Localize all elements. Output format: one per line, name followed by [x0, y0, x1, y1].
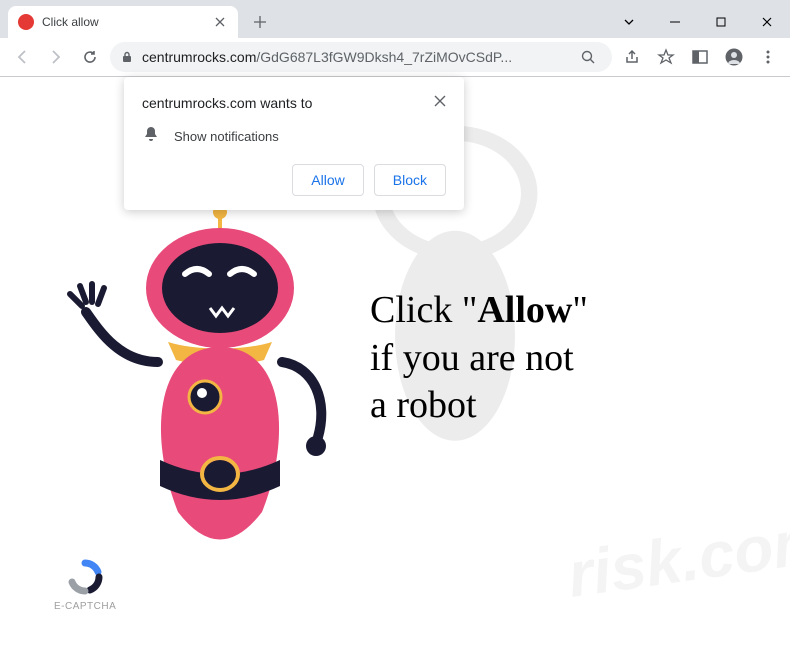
tab-close-icon[interactable]: [212, 14, 228, 30]
address-bar[interactable]: centrumrocks.com/GdG687L3fGW9Dksh4_7rZiM…: [110, 42, 612, 72]
lock-icon: [120, 50, 134, 64]
block-button[interactable]: Block: [374, 164, 446, 196]
text-line1-pre: Click ": [370, 289, 477, 331]
minimize-button[interactable]: [652, 7, 698, 37]
ecaptcha-badge: E-CAPTCHA: [54, 559, 116, 612]
url-path: /GdG687L3fGW9Dksh4_7rZiMOvCSdP...: [256, 49, 512, 65]
profile-icon[interactable]: [720, 43, 748, 71]
forward-button[interactable]: [42, 43, 70, 71]
bookmark-icon[interactable]: [652, 43, 680, 71]
tab-favicon: [18, 14, 34, 30]
titlebar: Click allow: [0, 0, 790, 38]
text-line1-post: ": [572, 289, 588, 331]
main-prompt-text: Click "Allow" if you are not a robot: [370, 287, 588, 430]
text-line1-bold: Allow: [477, 289, 572, 331]
menu-icon[interactable]: [754, 43, 782, 71]
notification-permission-dialog: centrumrocks.com wants to Show notificat…: [124, 77, 464, 210]
text-line3: a robot: [370, 382, 588, 430]
page-content: risk.com centrumrocks.com wants to Show …: [0, 77, 790, 654]
maximize-button[interactable]: [698, 7, 744, 37]
robot-illustration: [50, 202, 350, 567]
text-line2: if you are not: [370, 335, 588, 383]
browser-tab[interactable]: Click allow: [8, 6, 238, 38]
url-text: centrumrocks.com/GdG687L3fGW9Dksh4_7rZiM…: [142, 49, 566, 65]
share-icon[interactable]: [618, 43, 646, 71]
toolbar: centrumrocks.com/GdG687L3fGW9Dksh4_7rZiM…: [0, 38, 790, 76]
close-window-button[interactable]: [744, 7, 790, 37]
close-icon[interactable]: [434, 95, 446, 111]
new-tab-button[interactable]: [246, 8, 274, 36]
reload-button[interactable]: [76, 43, 104, 71]
watermark-text: risk.com: [563, 502, 790, 612]
allow-button[interactable]: Allow: [292, 164, 363, 196]
search-icon[interactable]: [574, 43, 602, 71]
ecaptcha-label: E-CAPTCHA: [54, 601, 116, 612]
tab-title: Click allow: [42, 15, 204, 29]
side-panel-icon[interactable]: [686, 43, 714, 71]
permission-title: centrumrocks.com wants to: [142, 95, 312, 111]
bell-icon: [142, 125, 160, 148]
chevron-down-icon[interactable]: [606, 7, 652, 37]
back-button[interactable]: [8, 43, 36, 71]
permission-message: Show notifications: [174, 129, 279, 144]
ecaptcha-icon: [67, 559, 103, 595]
url-domain: centrumrocks.com: [142, 49, 256, 65]
